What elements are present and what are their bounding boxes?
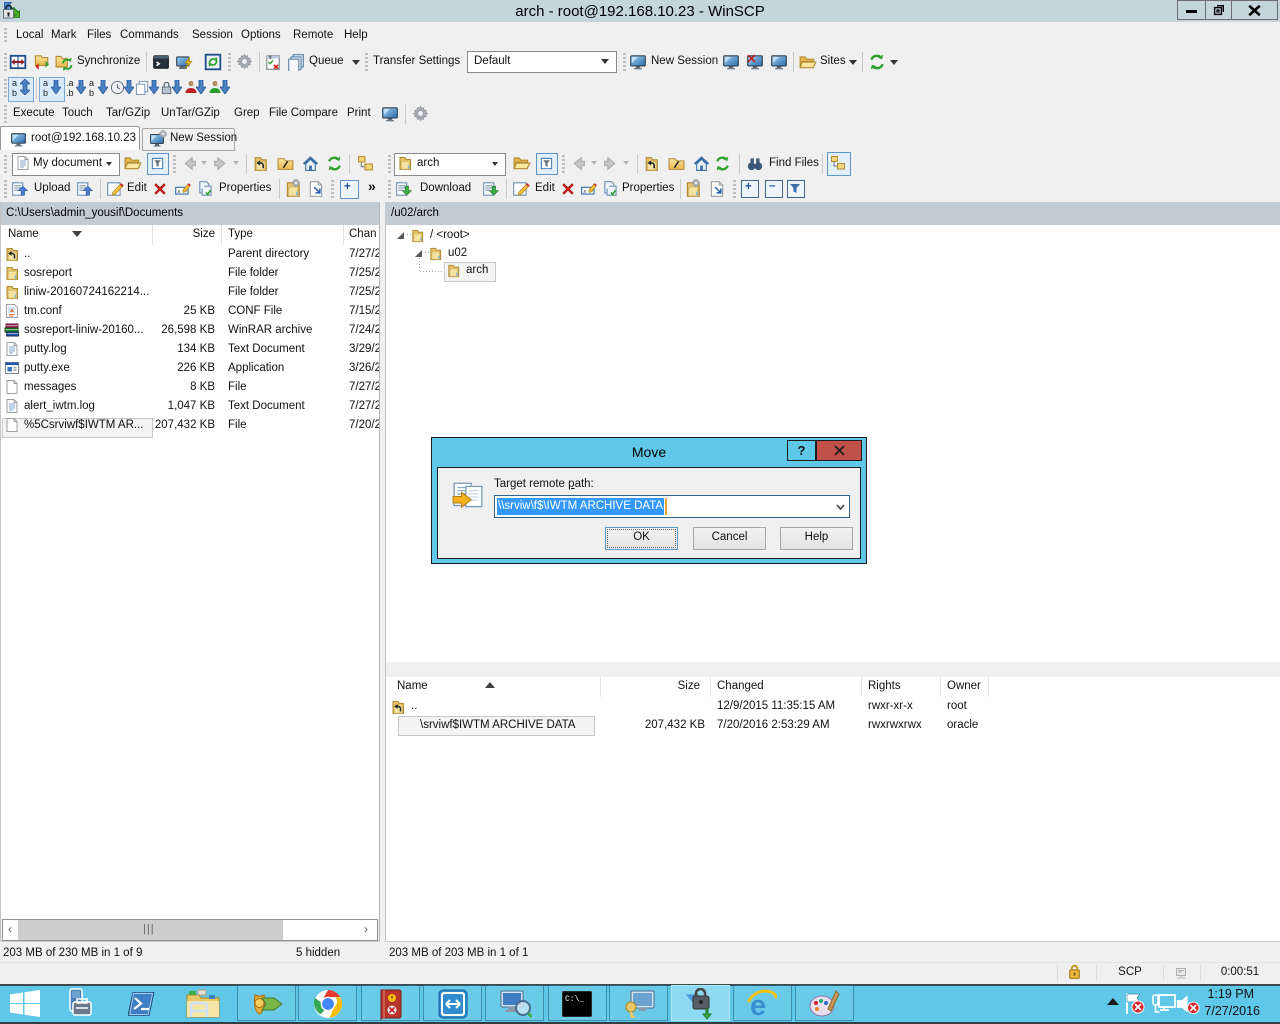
svg-text:C:\_: C:\_ [565, 995, 584, 1004]
